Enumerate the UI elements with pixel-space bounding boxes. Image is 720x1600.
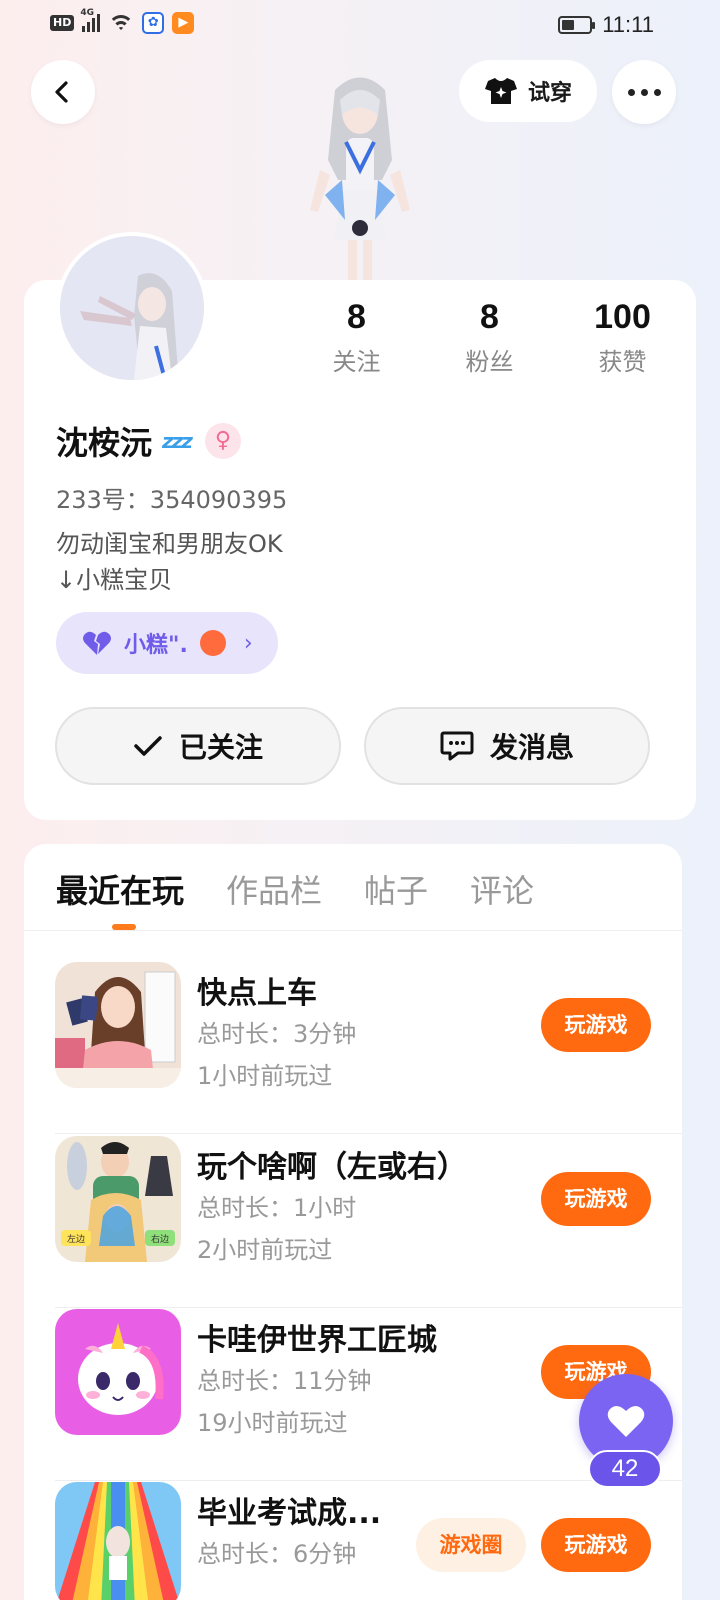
game-total-duration: 总时长：3分钟	[197, 1020, 357, 1048]
following-count: 8	[347, 298, 366, 336]
game-title: 快点上车	[197, 976, 317, 1011]
game-list-item[interactable]: 快点上车 总时长：3分钟 1小时前玩过 玩游戏	[55, 962, 682, 1134]
try-on-label: 试穿	[527, 81, 572, 106]
user-name: 沈桉沅	[56, 424, 153, 462]
avatar-character-figure	[310, 77, 410, 285]
game-icon	[55, 1309, 181, 1435]
game-last-played: 19小时前玩过	[197, 1409, 348, 1437]
battery-icon	[558, 16, 596, 34]
hot-face-emoji-icon	[199, 630, 226, 656]
tab-divider	[24, 930, 682, 931]
game-last-played: 1小时前玩过	[197, 1062, 333, 1090]
tab-posts[interactable]: 帖子	[364, 866, 428, 912]
checkmark-icon	[134, 736, 162, 756]
game-icon	[55, 962, 181, 1088]
profile-tabs: 最近在玩 作品栏 帖子 评论	[56, 866, 534, 912]
try-on-button[interactable]: 试穿	[459, 60, 597, 122]
name-row: 沈桉沅 zzz ♀	[56, 418, 241, 464]
game-title: 玩个啥啊（左或右）	[197, 1150, 467, 1185]
more-options-button[interactable]	[612, 60, 676, 124]
back-arrow-icon	[55, 81, 68, 103]
right-tag-text: 右边	[151, 1233, 169, 1245]
game-last-played: 2小时前玩过	[197, 1236, 333, 1264]
clock: 11:11	[602, 12, 654, 37]
followed-button[interactable]: 已关注	[55, 707, 341, 785]
likes-label: 获赞	[598, 348, 647, 376]
chat-bubble-icon	[440, 731, 474, 761]
send-message-label: 发消息	[489, 731, 574, 764]
heart-icon	[607, 1405, 645, 1437]
more-dots-icon	[627, 88, 661, 96]
tab-comments[interactable]: 评论	[470, 866, 534, 912]
like-count-badge: 42	[588, 1450, 662, 1488]
bio-line: 勿动闺宝和男朋友OK	[56, 530, 283, 558]
wifi-icon	[108, 13, 135, 33]
game-list-item[interactable]: 毕业考试成... 总时长：6分钟 游戏圈 玩游戏	[55, 1482, 682, 1600]
game-total-duration: 总时长：11分钟	[197, 1367, 372, 1395]
back-button[interactable]	[31, 60, 95, 124]
broken-heart-icon	[83, 631, 111, 655]
play-game-button[interactable]: 玩游戏	[541, 998, 651, 1052]
play-game-button[interactable]: 玩游戏	[541, 1518, 651, 1572]
left-tag-text: 左边	[67, 1233, 85, 1245]
game-total-duration: 总时长：1小时	[197, 1194, 357, 1222]
cp-partner-name: 小糕".	[124, 633, 188, 658]
game-circle-button[interactable]: 游戏圈	[416, 1518, 526, 1572]
likes-count: 100	[594, 298, 651, 336]
cp-relation-tag[interactable]: 小糕". ›	[56, 612, 278, 674]
tab-works[interactable]: 作品栏	[226, 866, 322, 912]
tab-recently-played[interactable]: 最近在玩	[56, 866, 184, 912]
following-label: 关注	[332, 348, 381, 376]
game-total-duration: 总时长：6分钟	[197, 1540, 357, 1568]
row-divider	[55, 1133, 682, 1134]
sleeping-status-icon: zzz	[162, 429, 193, 453]
hd-icon: HD	[50, 15, 75, 31]
avatar[interactable]	[56, 232, 208, 384]
play-game-button[interactable]: 玩游戏	[541, 1172, 651, 1226]
game-title: 卡哇伊世界工匠城	[197, 1323, 437, 1358]
row-divider	[55, 1480, 682, 1481]
status-bar: HD 4G ✿ ▶ 11:11	[0, 0, 720, 48]
chevron-right-icon: ›	[243, 630, 253, 656]
user-id: 233号：354090395	[56, 486, 288, 514]
female-gender-icon: ♀	[204, 423, 241, 459]
media-app-icon: ▶	[172, 12, 195, 34]
game-icon: 左边 右边	[55, 1136, 181, 1262]
likes-stat[interactable]: 100 获赞	[556, 296, 689, 377]
followers-label: 粉丝	[465, 348, 514, 376]
game-icon	[55, 1482, 181, 1600]
avatar-image	[60, 236, 204, 380]
bio-line: ↓小糕宝贝	[56, 566, 173, 594]
followers-count: 8	[480, 298, 499, 336]
game-title: 毕业考试成...	[197, 1496, 382, 1531]
cellular-signal-icon: 4G	[80, 8, 101, 32]
followers-stat[interactable]: 8 粉丝	[423, 296, 556, 377]
game-list-item[interactable]: 左边 右边 玩个啥啊（左或右） 总时长：1小时 2小时前玩过 玩游戏	[55, 1136, 682, 1308]
profile-stats: 8 关注 8 粉丝 100 获赞	[290, 296, 690, 377]
row-divider	[55, 1307, 682, 1308]
user-bio: 勿动闺宝和男朋友OK ↓小糕宝贝	[56, 526, 283, 598]
following-stat[interactable]: 8 关注	[290, 296, 423, 377]
baidu-app-icon: ✿	[142, 12, 165, 34]
tshirt-icon	[484, 78, 517, 104]
send-message-button[interactable]: 发消息	[364, 707, 650, 785]
followed-label: 已关注	[178, 731, 263, 764]
